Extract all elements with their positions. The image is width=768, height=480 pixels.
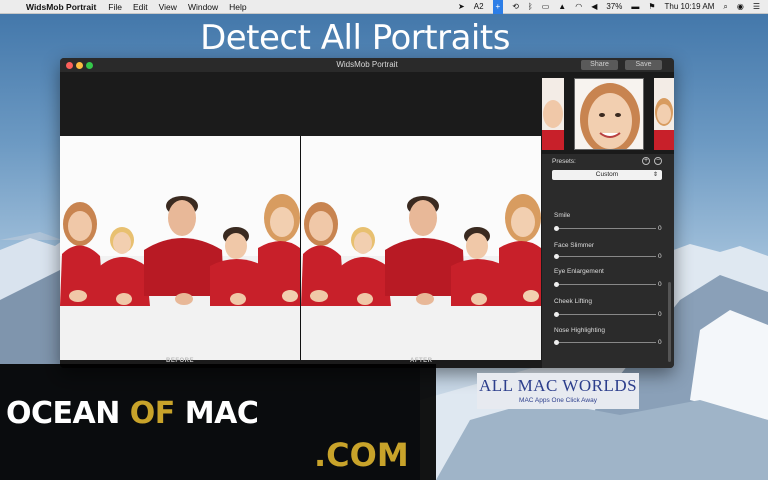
menu-view[interactable]: View (159, 2, 177, 12)
dropdown-arrows-icon: ⇕ (652, 172, 658, 178)
slider-label-face-slimmer: Face Slimmer (554, 242, 595, 249)
menubar-status-area: ➤ A2 + ⟲ ᛒ ▭ ▲ ◠ ◀ 37% ▬ ⚑ Thu 10:19 AM … (458, 0, 768, 14)
slider-value-face-slimmer: 0 (658, 253, 662, 260)
family-photo-before (60, 136, 300, 360)
adobe-icon[interactable]: A2 (474, 2, 484, 11)
slider-label-nose-highlighting: Nose Highlighting (554, 327, 605, 334)
slider-value-eye-enlargement: 0 (658, 281, 662, 288)
slider-label-eye-enlargement: Eye Enlargement (554, 268, 604, 275)
logo-word-ocean: OCEAN (6, 396, 120, 431)
preset-dropdown-value: Custom (595, 171, 619, 178)
add-preset-icon[interactable]: + (642, 157, 650, 165)
slider-track-face-slimmer[interactable] (556, 256, 656, 257)
keyboard-icon[interactable]: ▭ (542, 2, 550, 11)
photo-canvas: BEFORE AFTER (60, 72, 542, 368)
plus-status-icon[interactable]: + (492, 0, 504, 14)
face-thumbnail-selected[interactable] (574, 78, 644, 150)
volume-icon[interactable]: ◀ (591, 2, 597, 11)
menu-app-name[interactable]: WidsMob Portrait (26, 2, 96, 12)
logo-word-of: OF (129, 396, 176, 431)
slider-value-nose-highlighting: 0 (658, 339, 662, 346)
slider-label-cheek-lifting: Cheek Lifting (554, 298, 592, 305)
face-thumb-selected-art (580, 83, 640, 149)
user-avatar-icon[interactable]: ◉ (737, 2, 744, 11)
remove-preset-icon[interactable]: − (654, 157, 662, 165)
battery-icon[interactable]: ▬ (631, 2, 639, 11)
menu-edit[interactable]: Edit (133, 2, 148, 12)
wifi-icon[interactable]: ◠ (575, 2, 582, 11)
bluetooth-icon[interactable]: ᛒ (528, 2, 533, 11)
all-mac-worlds-watermark: ALL MAC WORLDS MAC Apps One Click Away (477, 373, 639, 409)
logo-word-mac: MAC (184, 396, 259, 431)
slider-value-cheek-lifting: 0 (658, 311, 662, 318)
time-machine-icon[interactable]: ⟲ (512, 2, 519, 11)
before-photo (60, 136, 300, 360)
spotlight-search-icon[interactable]: ⌕ (723, 2, 727, 12)
face-thumbnail-next[interactable] (654, 78, 674, 150)
mac-menubar: WidsMob Portrait File Edit View Window H… (0, 0, 768, 14)
window-titlebar: WidsMob Portrait Share Save (60, 58, 674, 72)
headline: Detect All Portraits (200, 18, 510, 58)
clock[interactable]: Thu 10:19 AM (665, 2, 715, 11)
save-button[interactable]: Save (625, 60, 662, 70)
slider-knob-smile[interactable] (554, 226, 559, 231)
notification-center-icon[interactable]: ☰ (753, 2, 760, 11)
slider-track-eye-enlargement[interactable] (556, 284, 656, 285)
menu-file[interactable]: File (108, 2, 122, 12)
face-thumbnail-prev[interactable] (542, 78, 564, 150)
slider-track-smile[interactable] (556, 228, 656, 229)
battery-percentage[interactable]: 37% (606, 2, 622, 11)
slider-knob-eye-enlargement[interactable] (554, 282, 559, 287)
allmac-title: ALL MAC WORLDS (478, 376, 638, 395)
menu-window[interactable]: Window (188, 2, 218, 12)
flag-icon[interactable]: ⚑ (648, 2, 655, 11)
share-button[interactable]: Share (581, 60, 618, 70)
logo-dotcom: .COM (314, 436, 409, 474)
app-window: WidsMob Portrait Share Save BEFORE AFTER… (60, 58, 674, 368)
allmac-subtitle: MAC Apps One Click Away (519, 397, 597, 404)
airplay-icon[interactable]: ▲ (558, 2, 566, 11)
presets-label: Presets: (552, 158, 576, 165)
slider-track-nose-highlighting[interactable] (556, 342, 656, 343)
preset-dropdown[interactable]: Custom ⇕ (552, 170, 662, 180)
face-thumbnail-strip (542, 72, 674, 154)
slider-knob-cheek-lifting[interactable] (554, 312, 559, 317)
menu-help[interactable]: Help (229, 2, 246, 12)
slider-value-smile: 0 (658, 225, 662, 232)
family-photo-after (301, 136, 541, 360)
slider-knob-face-slimmer[interactable] (554, 254, 559, 259)
panel-scrollbar[interactable] (668, 282, 671, 362)
adobe-badge: 2 (479, 2, 484, 11)
face-thumb-prev-art (542, 100, 564, 150)
location-arrow-icon[interactable]: ➤ (458, 2, 465, 11)
after-photo (301, 136, 541, 360)
slider-track-cheek-lifting[interactable] (556, 314, 656, 315)
face-thumb-next-art (654, 98, 674, 150)
slider-knob-nose-highlighting[interactable] (554, 340, 559, 345)
adjustment-panel: Presets: + − Custom ⇕ Smile 0 Face Slimm… (542, 72, 674, 368)
ocean-of-mac-logo-text: OCEAN OF MAC (6, 396, 259, 431)
slider-label-smile: Smile (554, 212, 571, 219)
